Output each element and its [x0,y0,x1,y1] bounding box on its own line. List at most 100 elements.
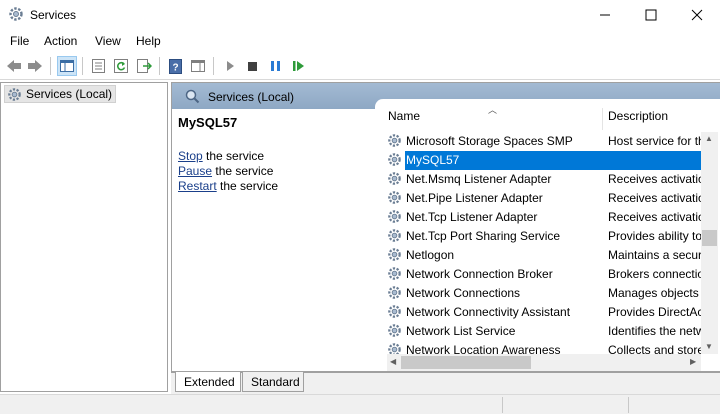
show-action-pane-icon[interactable] [188,56,208,76]
pause-service-link[interactable]: Pause [178,164,212,178]
service-description: Provides ability to [608,229,701,243]
pause-service-icon[interactable] [265,56,285,76]
restart-service-icon[interactable] [288,56,308,76]
menu-help[interactable]: Help [136,34,161,48]
service-description: Provides DirectAcc [608,305,701,319]
selected-service-title: MySQL57 [178,115,238,130]
service-description: Identifies the netw [608,324,701,338]
service-description: Receives activation [608,172,701,186]
service-name: Net.Msmq Listener Adapter [406,172,552,186]
tab-extended[interactable]: Extended [175,372,241,392]
service-row[interactable]: Net.Tcp Port Sharing Service Provides abi… [375,227,701,246]
service-description: Maintains a secure [608,248,701,262]
back-icon[interactable] [4,56,24,76]
service-name: Net.Tcp Port Sharing Service [406,229,561,243]
action-text: the service [216,179,279,193]
service-row[interactable]: Microsoft Storage Spaces SMP Host service… [375,132,701,151]
service-row[interactable]: Net.Tcp Listener Adapter Receives activat… [375,208,701,227]
service-description: Collects and stores [608,343,701,354]
sort-ascending-icon: ︿ [488,105,498,115]
forward-icon[interactable] [25,56,45,76]
toolbar: ? [0,52,720,80]
service-description: Brokers connection [608,267,701,281]
show-hide-console-tree-icon[interactable] [57,56,77,76]
service-row[interactable]: Network Connectivity Assistant Provides D… [375,303,701,322]
horizontal-scrollbar[interactable]: ◀ ▶ [387,354,701,371]
service-row[interactable]: Network Connections Manages objects [375,284,701,303]
service-name: Network List Service [406,324,516,338]
properties-icon[interactable] [88,56,108,76]
menu-action[interactable]: Action [44,34,77,48]
services-list: ︿ Name Description Microsoft Storage Spa… [375,99,720,371]
stop-service-icon[interactable] [242,56,262,76]
window-title: Services [30,8,77,22]
service-description: Receives activation [608,210,701,224]
help-icon[interactable]: ? [165,56,185,76]
export-list-icon[interactable] [134,56,154,76]
vertical-scroll-thumb[interactable] [702,230,717,246]
refresh-icon[interactable] [111,56,131,76]
gear-icon [387,190,402,208]
service-row[interactable]: MySQL57 [375,151,701,170]
service-name: Netlogon [406,248,455,262]
gear-icon [7,87,22,105]
gear-icon [387,285,402,303]
tree-item-services-local[interactable]: Services (Local) [4,85,117,105]
tab-standard[interactable]: Standard [242,372,304,392]
service-row[interactable]: Net.Pipe Listener Adapter Receives activa… [375,189,701,208]
gear-icon [387,152,402,170]
gear-icon [387,171,402,189]
tree-item-label: Services (Local) [26,87,113,101]
service-name: Network Connectivity Assistant [406,305,571,319]
console-tree: Services (Local) [0,82,168,392]
restart-service-link[interactable]: Restart [178,179,217,193]
service-description: Manages objects [608,286,699,300]
stop-service-link[interactable]: Stop [178,149,203,163]
menu-bar: File Action View Help [0,30,720,52]
service-row[interactable]: Netlogon Maintains a secure [375,246,701,265]
title-bar: Services [0,0,720,30]
menu-view[interactable]: View [95,34,121,48]
service-row[interactable]: Net.Msmq Listener Adapter Receives activa… [375,170,701,189]
vertical-scrollbar[interactable]: ▲ ▼ [701,132,718,354]
service-name: Microsoft Storage Spaces SMP [406,134,573,148]
gear-icon [387,133,402,151]
service-actions: Stop the service Pause the service Resta… [178,149,278,194]
scroll-down-icon[interactable]: ▼ [705,342,713,351]
column-header-description[interactable]: Description [608,109,668,123]
service-description: Host service for the [608,134,701,148]
scroll-left-icon[interactable]: ◀ [390,357,396,366]
service-rows: Microsoft Storage Spaces SMP Host service… [375,132,701,354]
action-text: the service [202,149,265,163]
service-description: Receives activation [608,191,701,205]
service-name: Net.Pipe Listener Adapter [406,191,543,205]
gear-icon [387,228,402,246]
svg-text:?: ? [172,62,178,73]
minimize-button[interactable] [582,0,628,30]
service-row[interactable]: Network Location Awareness Collects and s… [375,341,701,354]
pane-title: Services (Local) [208,90,295,104]
service-name: Network Location Awareness [406,343,561,354]
view-tabs: Extended Standard [171,372,720,394]
description-pane: MySQL57 Stop the service Pause the servi… [178,115,374,193]
gear-icon [387,342,402,354]
gear-icon [387,209,402,227]
status-bar [0,394,720,414]
start-service-icon[interactable] [220,56,240,76]
service-row[interactable]: Network Connection Broker Brokers connect… [375,265,701,284]
gear-icon [387,247,402,265]
service-name: Network Connection Broker [406,267,553,281]
column-header-name[interactable]: Name [388,109,420,123]
gear-icon [387,323,402,341]
menu-file[interactable]: File [10,34,29,48]
gear-icon [387,266,402,284]
scroll-up-icon[interactable]: ▲ [705,134,713,143]
magnifier-icon [184,88,200,107]
service-row[interactable]: Network List Service Identifies the netw [375,322,701,341]
service-name: Network Connections [406,286,521,300]
action-text: the service [212,164,274,178]
close-button[interactable] [674,0,720,30]
horizontal-scroll-thumb[interactable] [401,356,531,369]
scroll-right-icon[interactable]: ▶ [690,357,696,366]
maximize-button[interactable] [628,0,674,30]
